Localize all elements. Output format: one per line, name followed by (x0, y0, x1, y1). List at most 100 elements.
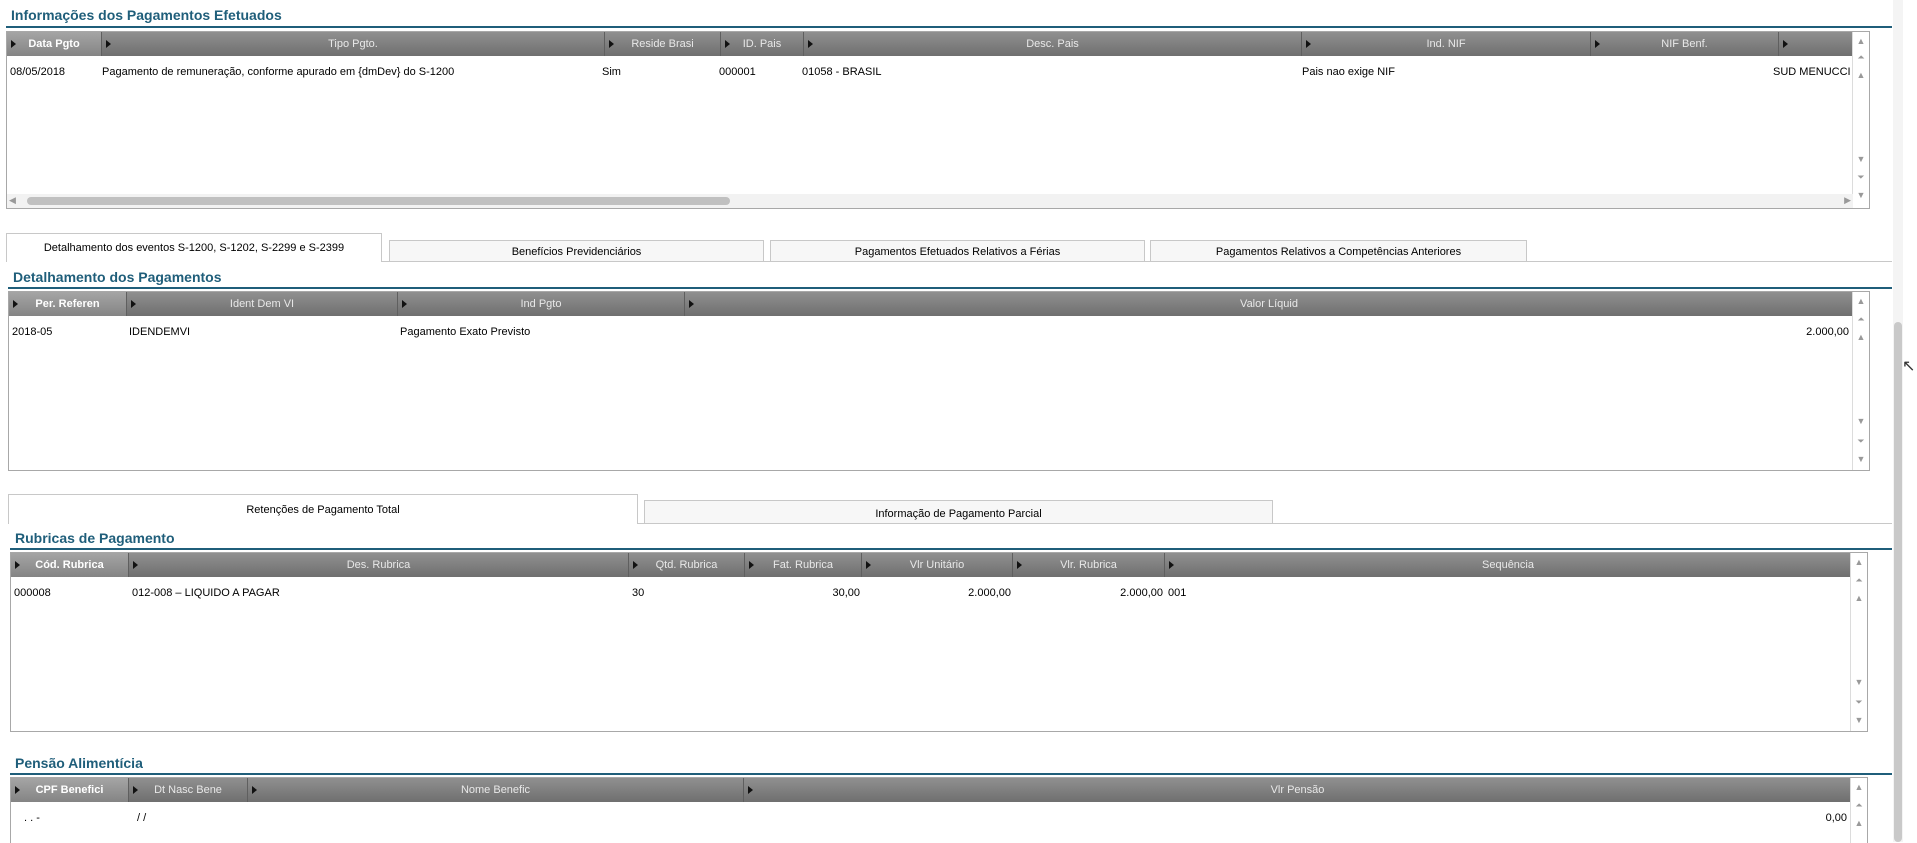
page-scroll-thumb[interactable] (1894, 322, 1902, 842)
tab-retencoes-pagamento-total[interactable]: Retenções de Pagamento Total (8, 494, 638, 524)
cell-fat-rubrica: 30,00 (832, 587, 860, 599)
scroll-top-icon[interactable]: ▲ (1851, 555, 1867, 569)
col-header-tipo-pgto[interactable]: Tipo Pgto. (102, 32, 605, 56)
col-header-reside-brasil[interactable]: Reside Brasi (605, 32, 721, 56)
col-header-nome-benefic[interactable]: Nome Benefic (248, 778, 744, 802)
pensao-grid-header: CPF Benefici Dt Nasc Bene Nome Benefic V… (11, 778, 1851, 802)
expand-arrow-icon (13, 300, 18, 308)
expand-arrow-icon (725, 40, 730, 48)
expand-arrow-icon (15, 786, 20, 794)
table-row[interactable]: 08/05/2018 Pagamento de remuneração, con… (7, 66, 1853, 84)
col-header-cod-rubrica[interactable]: Cód. Rubrica (11, 553, 129, 577)
col-header-data-pgto[interactable]: Data Pgto (7, 32, 102, 56)
detalhamento-grid[interactable]: Per. Referen Ident Dem VI Ind Pgto Valor… (8, 291, 1870, 471)
scroll-bottom-icon[interactable]: ▼ (1853, 188, 1869, 202)
scroll-top-icon[interactable]: ▲ (1853, 294, 1869, 308)
expand-arrow-icon (633, 561, 638, 569)
cell-des-rubrica: 012-008 – LIQUIDO A PAGAR (132, 587, 280, 599)
scroll-bottom-icon[interactable]: ▼ (1853, 452, 1869, 466)
col-header-ident-dem[interactable]: Ident Dem VI (127, 292, 398, 316)
cell-sequencia: 001 (1168, 587, 1187, 599)
tab-beneficios-previdenciarios[interactable]: Benefícios Previdenciários (389, 240, 764, 262)
tab-pagamentos-ferias[interactable]: Pagamentos Efetuados Relativos a Férias (770, 240, 1145, 262)
pensao-title-underline (10, 773, 1892, 775)
expand-arrow-icon (1595, 40, 1600, 48)
cell-vlr-unitario: 2.000,00 (968, 587, 1011, 599)
cell-extra: SUD MENUCCI (1773, 66, 1851, 78)
scroll-up-icon[interactable]: ▲ (1851, 591, 1867, 605)
col-header-id-pais[interactable]: ID. Pais (721, 32, 804, 56)
rubricas-title-underline (10, 548, 1892, 550)
scroll-page-down-icon[interactable]: ⏷ (1853, 170, 1869, 184)
expand-arrow-icon (15, 561, 20, 569)
expand-arrow-icon (11, 40, 16, 48)
scroll-right-icon[interactable]: ▶ (1844, 195, 1851, 206)
scroll-down-icon[interactable]: ▼ (1853, 414, 1869, 428)
scroll-top-icon[interactable]: ▲ (1853, 34, 1869, 48)
col-header-fat-rubrica[interactable]: Fat. Rubrica (745, 553, 862, 577)
col-header-per-referen[interactable]: Per. Referen (9, 292, 127, 316)
cell-cpf-benefici: . . - (24, 812, 40, 824)
col-header-ind-pgto[interactable]: Ind Pgto (398, 292, 685, 316)
scroll-page-up-icon[interactable]: ⏶ (1851, 798, 1867, 812)
rubricas-grid[interactable]: Cód. Rubrica Des. Rubrica Qtd. Rubrica F… (10, 552, 1868, 732)
expand-arrow-icon (1306, 40, 1311, 48)
scroll-page-down-icon[interactable]: ⏷ (1853, 434, 1869, 448)
cell-ind-pgto: Pagamento Exato Previsto (400, 326, 531, 338)
cell-vlr-pensao: 0,00 (1825, 812, 1847, 824)
cell-per-referen: 2018-05 (12, 326, 53, 338)
pensao-grid[interactable]: CPF Benefici Dt Nasc Bene Nome Benefic V… (10, 777, 1868, 843)
col-header-vlr-rubrica[interactable]: Vlr. Rubrica (1013, 553, 1165, 577)
col-header-sequencia[interactable]: Sequência (1165, 553, 1851, 577)
col-header-desc-pais[interactable]: Desc. Pais (804, 32, 1302, 56)
tab-detalhamento-eventos[interactable]: Detalhamento dos eventos S-1200, S-1202,… (6, 233, 382, 262)
tab-bar-line (382, 261, 1892, 262)
col-header-vlr-unitario[interactable]: Vlr Unitário (862, 553, 1013, 577)
horizontal-scroll-thumb[interactable] (27, 197, 730, 205)
rubricas-vertical-scrollbar[interactable]: ▲ ⏶ ▲ ▼ ⏷ ▼ (1850, 553, 1867, 731)
col-header-des-rubrica[interactable]: Des. Rubrica (129, 553, 629, 577)
col-header-qtd-rubrica[interactable]: Qtd. Rubrica (629, 553, 745, 577)
scroll-page-down-icon[interactable]: ⏷ (1851, 695, 1867, 709)
pagamentos-horizontal-scrollbar[interactable]: ◀ ▶ (7, 194, 1853, 208)
expand-arrow-icon (748, 786, 753, 794)
col-header-extra[interactable] (1779, 32, 1853, 56)
expand-arrow-icon (1017, 561, 1022, 569)
expand-arrow-icon (1169, 561, 1174, 569)
scroll-down-icon[interactable]: ▼ (1851, 675, 1867, 689)
table-row[interactable]: 2018-05 IDENDEMVI Pagamento Exato Previs… (9, 326, 1853, 344)
scroll-left-icon[interactable]: ◀ (9, 195, 16, 206)
pagamentos-vertical-scrollbar[interactable]: ▲ ⏶ ▲ ▼ ⏷ ▼ (1852, 32, 1869, 208)
cell-cod-rubrica: 000008 (14, 587, 51, 599)
col-header-vlr-pensao[interactable]: Vlr Pensão (744, 778, 1851, 802)
scroll-up-icon[interactable]: ▲ (1851, 816, 1867, 830)
pagamentos-grid[interactable]: Data Pgto Tipo Pgto. Reside Brasi ID. Pa… (6, 31, 1870, 209)
expand-arrow-icon (808, 40, 813, 48)
cell-ident-dem: IDENDEMVI (129, 326, 191, 338)
pensao-title: Pensão Alimentícia (15, 755, 143, 771)
col-header-valor-liquido[interactable]: Valor Líquid (685, 292, 1853, 316)
col-header-nif-benf[interactable]: NIF Benf. (1591, 32, 1779, 56)
col-header-dt-nasc-bene[interactable]: Dt Nasc Bene (129, 778, 248, 802)
rubricas-title: Rubricas de Pagamento (15, 530, 175, 546)
scroll-up-icon[interactable]: ▲ (1853, 68, 1869, 82)
detalhamento-vertical-scrollbar[interactable]: ▲ ⏶ ▲ ▼ ⏷ ▼ (1852, 292, 1869, 470)
scroll-up-icon[interactable]: ▲ (1853, 330, 1869, 344)
tab-competencias-anteriores[interactable]: Pagamentos Relativos a Competências Ante… (1150, 240, 1527, 262)
col-header-cpf-benefici[interactable]: CPF Benefici (11, 778, 129, 802)
col-header-ind-nif[interactable]: Ind. NIF (1302, 32, 1591, 56)
scroll-top-icon[interactable]: ▲ (1851, 780, 1867, 794)
table-row[interactable]: 000008 012-008 – LIQUIDO A PAGAR 30 30,0… (11, 587, 1851, 605)
expand-arrow-icon (609, 40, 614, 48)
scroll-page-up-icon[interactable]: ⏶ (1853, 312, 1869, 326)
scroll-page-up-icon[interactable]: ⏶ (1853, 50, 1869, 64)
pensao-vertical-scrollbar[interactable]: ▲ ⏶ ▲ (1850, 778, 1867, 843)
scroll-bottom-icon[interactable]: ▼ (1851, 713, 1867, 727)
table-row[interactable]: . . - / / 0,00 (11, 812, 1851, 830)
scroll-page-up-icon[interactable]: ⏶ (1851, 573, 1867, 587)
cell-dt-nasc-bene: / / (137, 812, 147, 824)
expand-arrow-icon (866, 561, 871, 569)
rubricas-grid-header: Cód. Rubrica Des. Rubrica Qtd. Rubrica F… (11, 553, 1851, 577)
scroll-down-icon[interactable]: ▼ (1853, 152, 1869, 166)
tab-pagamento-parcial[interactable]: Informação de Pagamento Parcial (644, 500, 1273, 524)
